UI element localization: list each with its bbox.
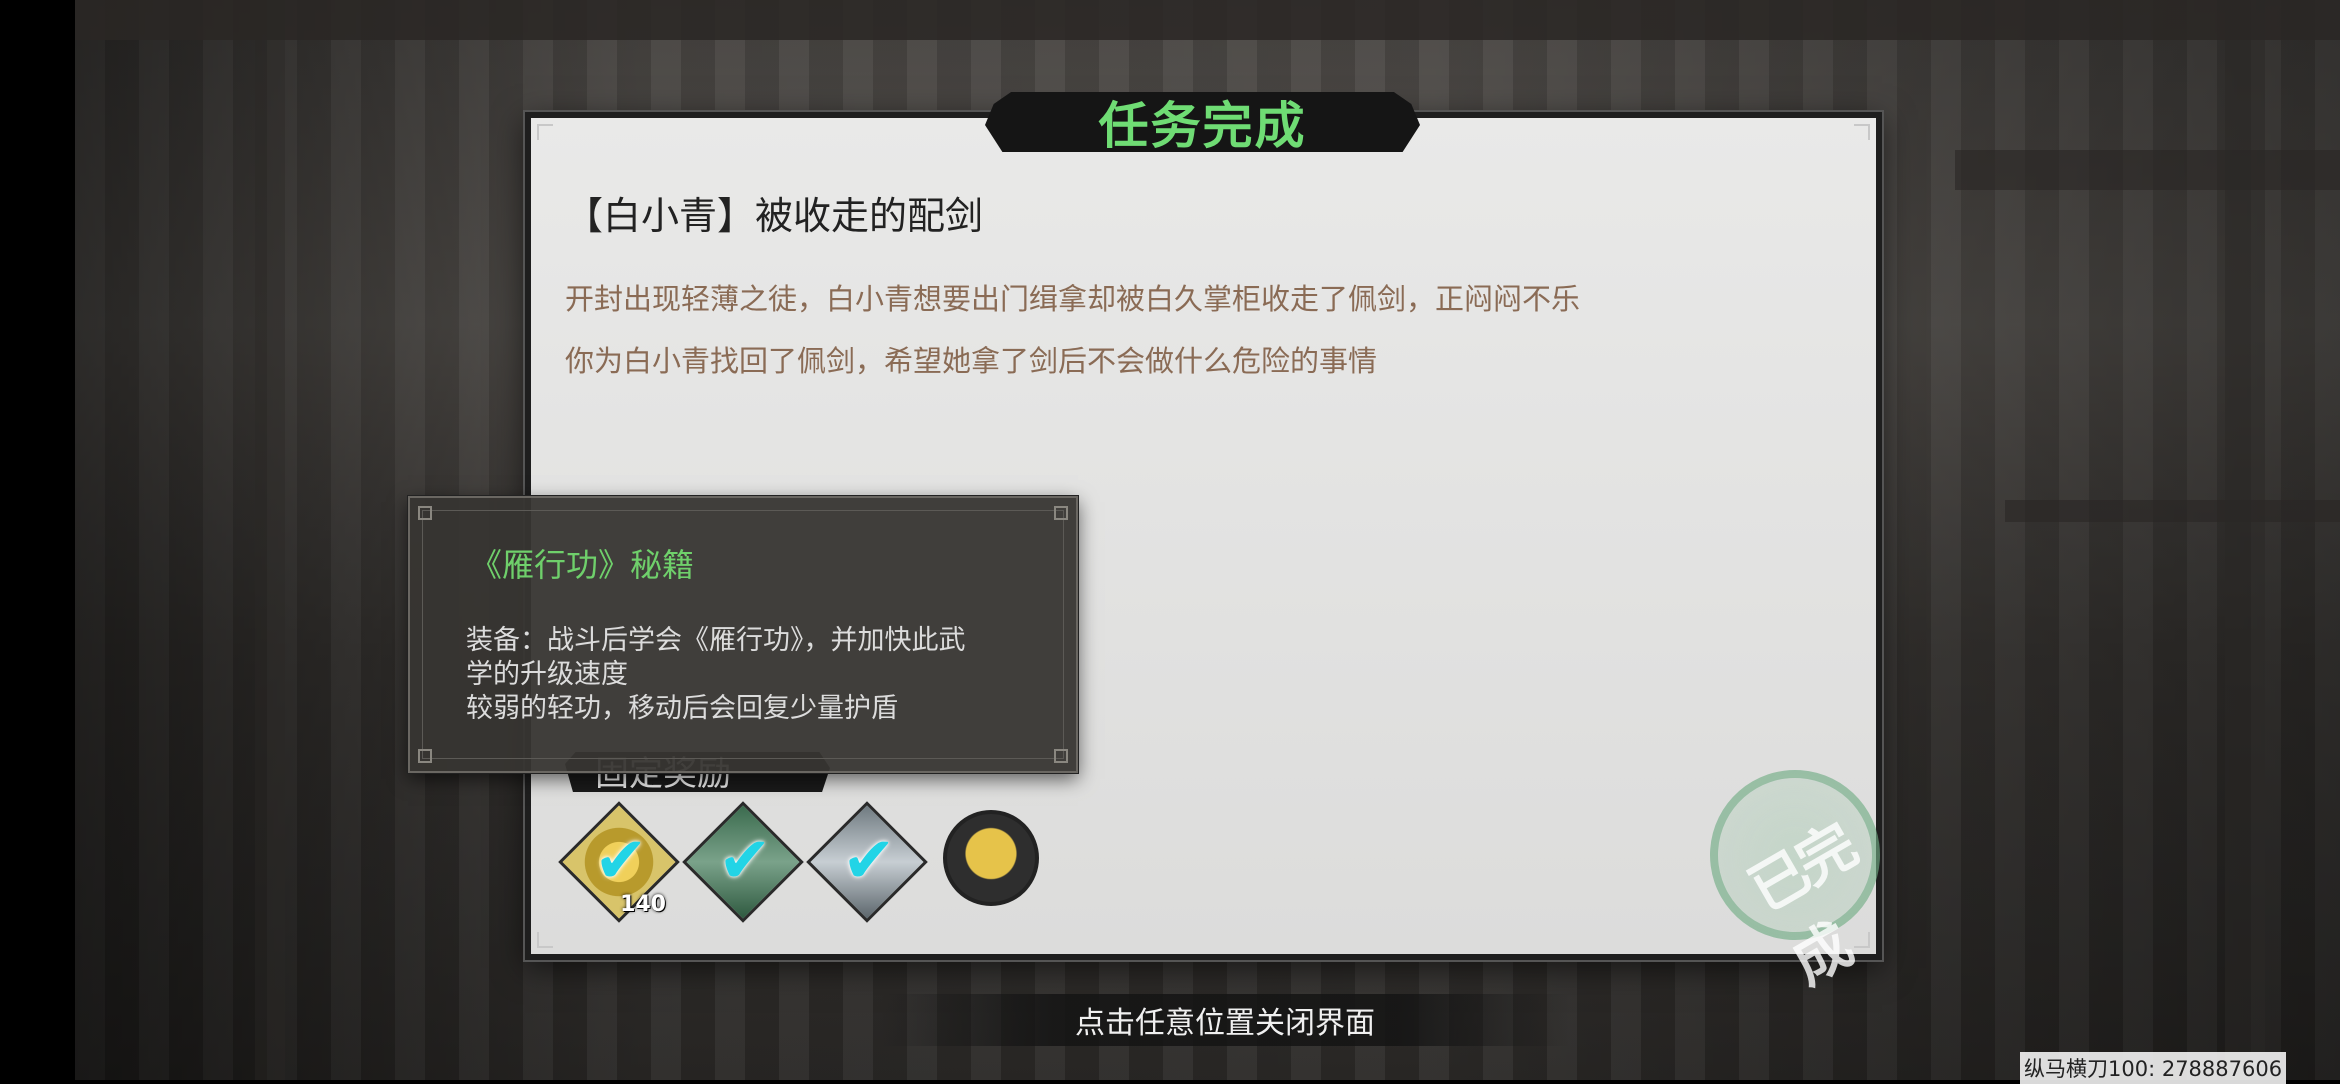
reward-item-portrait[interactable] xyxy=(938,805,1048,915)
quest-name: 【白小青】被收走的配剑 xyxy=(565,194,984,238)
watermark: 纵马横刀100: 278887606 xyxy=(2020,1052,2287,1084)
quest-description-line-2: 你为白小青找回了佩剑，希望她拿了剑后不会做什么危险的事情 xyxy=(565,344,1378,378)
dialog-title: 任务完成 xyxy=(1098,97,1307,155)
title-banner: 任务完成 xyxy=(985,92,1420,152)
check-icon: ✔ xyxy=(718,824,772,898)
close-hint-text: 点击任意位置关闭界面 xyxy=(1075,1006,1375,1041)
close-hint-bar[interactable]: 点击任意位置关闭界面 xyxy=(880,994,1570,1046)
character-portrait-icon xyxy=(943,810,1039,906)
item-tooltip: 《雁行功》秘籍 装备：战斗后学会《雁行功》，并加快此武 学的升级速度 较弱的轻功… xyxy=(408,496,1078,773)
reward-item-cloth[interactable]: ✔ xyxy=(806,801,928,923)
check-icon: ✔ xyxy=(842,824,896,898)
reward-count: 140 xyxy=(620,892,666,917)
reward-item-gold[interactable]: ✔ 140 xyxy=(558,801,680,923)
reward-item-book[interactable]: ✔ xyxy=(682,801,804,923)
tooltip-line-3: 较弱的轻功，移动后会回复少量护盾 xyxy=(466,693,898,724)
screen-edge xyxy=(0,0,75,1080)
quest-description-line-1: 开封出现轻薄之徒，白小青想要出门缉拿却被白久掌柜收走了佩剑，正闷闷不乐 xyxy=(565,282,1581,316)
check-icon: ✔ xyxy=(594,824,648,898)
tooltip-title: 《雁行功》秘籍 xyxy=(470,546,695,584)
